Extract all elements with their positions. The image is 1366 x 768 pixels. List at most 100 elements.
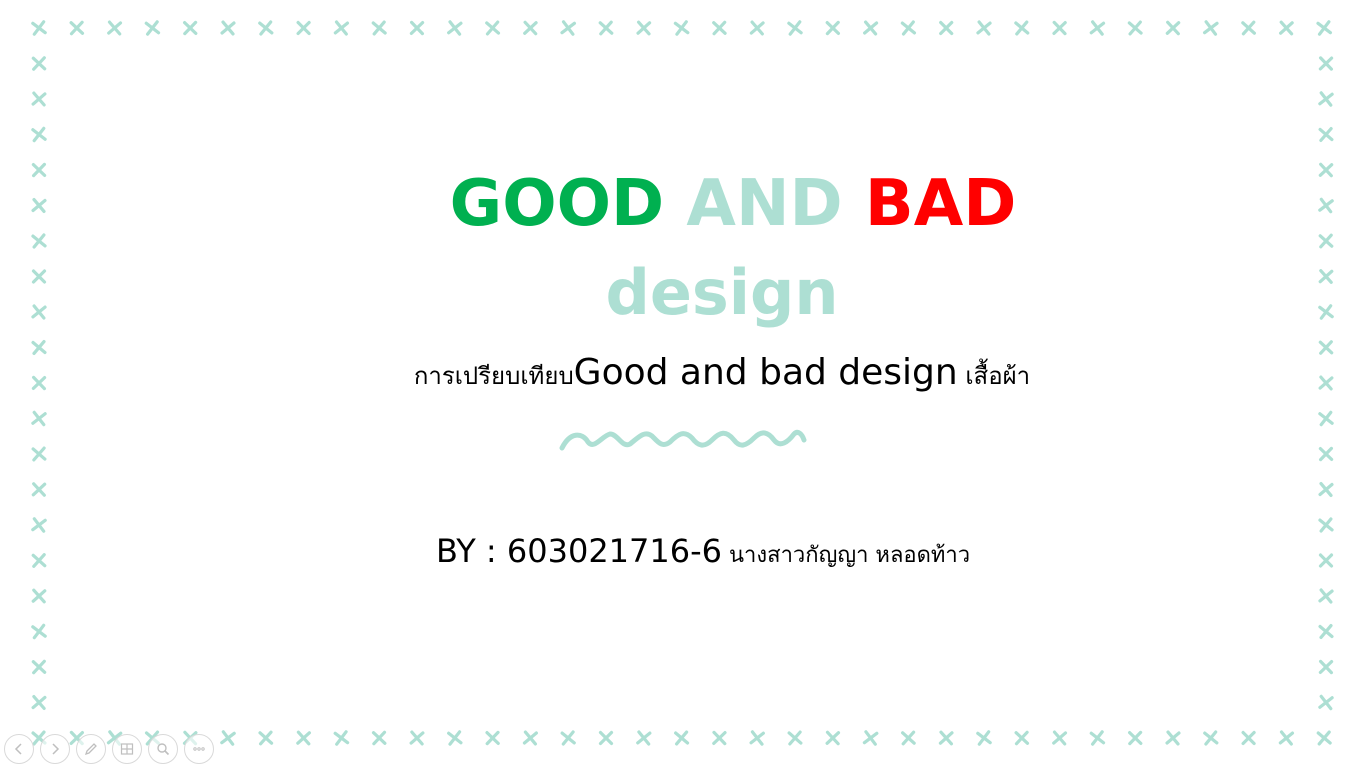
stitch-cross bbox=[485, 730, 500, 746]
zoom-button[interactable] bbox=[148, 734, 178, 764]
stitch-cross bbox=[1318, 56, 1334, 71]
stitch-cross bbox=[674, 730, 690, 746]
stitch-cross bbox=[31, 517, 47, 533]
stitch-cross bbox=[409, 730, 425, 746]
stitch-cross bbox=[1089, 730, 1106, 746]
wave-divider bbox=[559, 429, 807, 451]
stitch-cross bbox=[1203, 730, 1219, 746]
title-word-and: AND bbox=[664, 167, 865, 241]
grid-icon bbox=[120, 743, 134, 755]
stitch-cross bbox=[409, 20, 425, 36]
stitch-cross bbox=[1165, 730, 1181, 746]
stitch-cross bbox=[749, 20, 765, 36]
slide-subtitle: การเปรียบเทียบGood and bad design เสื้อผ… bbox=[0, 352, 1366, 395]
byline-id: BY : 603021716-6 bbox=[436, 532, 723, 570]
arrow-left-icon bbox=[14, 743, 22, 755]
stitch-cross bbox=[1014, 20, 1030, 36]
stitch-cross bbox=[1318, 127, 1334, 142]
stitch-cross bbox=[787, 730, 803, 746]
stitch-cross bbox=[1318, 517, 1334, 533]
stitch-cross bbox=[220, 730, 236, 746]
stitch-cross bbox=[522, 730, 538, 746]
pen-tool-button[interactable] bbox=[76, 734, 106, 764]
stitch-cross bbox=[333, 20, 350, 36]
pen-icon bbox=[84, 743, 97, 756]
slide-title-line1: GOOD AND BAD bbox=[0, 166, 1366, 242]
stitch-cross bbox=[1318, 410, 1334, 427]
stitch-cross bbox=[863, 20, 879, 36]
stitch-cross bbox=[1318, 553, 1334, 568]
stitch-cross bbox=[598, 730, 614, 746]
stitch-cross bbox=[523, 20, 538, 36]
see-all-slides-button[interactable] bbox=[112, 734, 142, 764]
stitch-cross bbox=[862, 730, 879, 746]
stitch-cross bbox=[31, 659, 47, 675]
stitch-cross bbox=[220, 20, 236, 36]
stitch-cross bbox=[31, 410, 47, 427]
stitch-cross bbox=[1052, 730, 1068, 746]
stitch-cross bbox=[183, 20, 198, 36]
stitch-cross bbox=[1316, 730, 1332, 746]
subtitle-thai-suffix: เสื้อผ้า bbox=[957, 362, 1031, 390]
stitch-cross bbox=[1052, 20, 1067, 36]
stitch-cross bbox=[447, 730, 463, 746]
title-word-bad: BAD bbox=[864, 167, 1017, 241]
stitch-cross bbox=[1165, 20, 1181, 36]
stitch-cross bbox=[560, 20, 577, 36]
stitch-cross bbox=[712, 730, 727, 746]
stitch-cross bbox=[1318, 623, 1334, 640]
more-options-button[interactable] bbox=[184, 734, 214, 764]
stitch-cross bbox=[258, 20, 274, 36]
stitch-cross bbox=[296, 20, 311, 36]
stitch-cross bbox=[31, 126, 47, 143]
stitch-cross bbox=[31, 553, 47, 568]
stitch-cross bbox=[938, 730, 954, 746]
stitch-cross bbox=[371, 730, 387, 746]
stitch-cross bbox=[900, 20, 917, 36]
stitch-cross bbox=[1202, 20, 1219, 36]
stitch-cross bbox=[636, 730, 652, 746]
stitch-cross bbox=[560, 730, 576, 746]
subtitle-thai-prefix: การเปรียบเทียบ bbox=[413, 362, 574, 390]
stitch-cross bbox=[1241, 20, 1256, 36]
stitch-cross bbox=[31, 56, 47, 71]
subtitle-latin: Good and bad design bbox=[573, 352, 958, 393]
slide-title-line2: design bbox=[0, 256, 1366, 330]
stitch-cross bbox=[107, 20, 123, 36]
stitch-cross bbox=[825, 730, 841, 746]
stitch-cross bbox=[1318, 91, 1334, 107]
stitch-cross bbox=[31, 482, 47, 497]
byline-name: นางสาวกัญญา หลอดท้าว bbox=[722, 543, 971, 568]
stitch-cross bbox=[333, 730, 350, 746]
stitch-cross bbox=[1318, 481, 1334, 498]
stitch-cross bbox=[749, 730, 765, 746]
stitch-cross bbox=[1241, 730, 1256, 746]
stitch-cross bbox=[1318, 588, 1334, 604]
previous-slide-button[interactable] bbox=[4, 734, 34, 764]
title-word-design: design bbox=[605, 256, 839, 329]
stitch-cross bbox=[69, 20, 85, 36]
more-icon bbox=[193, 747, 205, 751]
stitch-cross bbox=[447, 20, 463, 36]
stitch-cross bbox=[144, 20, 161, 36]
stitch-cross bbox=[673, 20, 690, 36]
stitch-cross bbox=[1316, 20, 1333, 36]
stitch-cross bbox=[31, 695, 47, 710]
stitch-cross bbox=[31, 446, 47, 462]
stitch-cross bbox=[31, 588, 47, 604]
stitch-cross bbox=[1318, 659, 1334, 675]
next-slide-button[interactable] bbox=[40, 734, 70, 764]
stitch-cross bbox=[825, 20, 840, 36]
slideshow-controls bbox=[4, 734, 214, 764]
title-word-good: GOOD bbox=[449, 167, 665, 241]
stitch-cross bbox=[485, 20, 501, 36]
stitch-cross bbox=[371, 20, 387, 36]
stitch-cross bbox=[712, 20, 727, 36]
stitch-cross bbox=[1128, 730, 1143, 746]
stitch-cross bbox=[31, 623, 47, 640]
stitch-cross bbox=[787, 20, 803, 36]
stitch-cross bbox=[258, 730, 274, 746]
stitch-cross bbox=[976, 730, 992, 746]
stitch-cross bbox=[296, 730, 311, 746]
stitch-cross bbox=[976, 20, 992, 36]
